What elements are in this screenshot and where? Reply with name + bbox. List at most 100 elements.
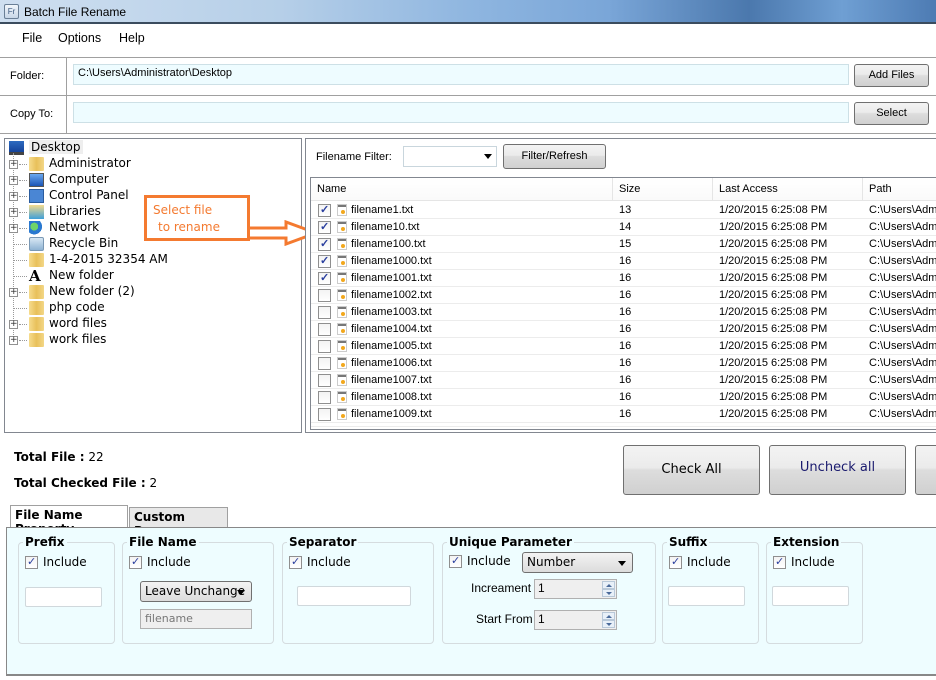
annotation-line-2: to rename <box>158 220 220 234</box>
expand-icon[interactable]: + <box>9 224 18 233</box>
cell-last-access: 1/20/2015 6:25:08 PM <box>719 323 828 335</box>
filename-filter-combo[interactable] <box>403 146 497 167</box>
cell-path: C:\Users\Adm <box>869 289 936 301</box>
file-name-group: File Name Include Leave Unchange filenam… <box>122 535 274 644</box>
row-checkbox[interactable] <box>318 391 331 404</box>
start-from-spinner[interactable]: 1 <box>534 610 617 630</box>
folder-tree[interactable]: Desktop + Administrator + Computer + Control … <box>4 138 302 433</box>
tab-file-name-property[interactable]: File Name Property <box>10 505 128 536</box>
unique-type-select[interactable]: Number <box>522 552 633 573</box>
prefix-include-checkbox[interactable] <box>25 555 38 569</box>
column-size[interactable]: Size <box>613 178 713 201</box>
folder-row: Folder: C:\Users\Administrator\Desktop A… <box>0 58 936 96</box>
check-all-button[interactable]: Check All <box>623 445 760 495</box>
cell-path: C:\Users\Adm <box>869 221 936 233</box>
expand-icon[interactable]: + <box>9 192 18 201</box>
prefix-group: Prefix Include <box>18 535 115 644</box>
unique-include-checkbox[interactable] <box>449 554 462 568</box>
table-row[interactable]: filename1009.txt 16 1/20/2015 6:25:08 PM C:… <box>311 406 936 423</box>
row-checkbox[interactable] <box>318 323 331 336</box>
row-checkbox[interactable] <box>318 374 331 387</box>
tree-item-label: New folder (2) <box>49 284 135 298</box>
increment-spinner[interactable]: 1 <box>534 579 617 599</box>
table-row[interactable]: filename1003.txt 16 1/20/2015 6:25:08 PM C:… <box>311 304 936 321</box>
file-name-input[interactable]: filename <box>140 609 252 629</box>
menu-file[interactable]: File <box>20 31 44 45</box>
expand-icon[interactable]: + <box>9 320 18 329</box>
cell-size: 16 <box>619 323 632 335</box>
spin-down-icon[interactable] <box>602 589 615 597</box>
filter-refresh-button[interactable]: Filter/Refresh <box>503 144 606 169</box>
prefix-input[interactable] <box>25 587 102 607</box>
table-row[interactable]: filename1002.txt 16 1/20/2015 6:25:08 PM C:… <box>311 287 936 304</box>
column-name[interactable]: Name <box>311 178 613 201</box>
expand-icon[interactable]: + <box>9 288 18 297</box>
total-checked-value: 2 <box>149 476 158 490</box>
expand-icon[interactable]: + <box>9 176 18 185</box>
folder-icon <box>29 301 44 315</box>
file-name-property-panel: Prefix Include File Name Include Leave U… <box>6 527 936 676</box>
expand-icon[interactable]: + <box>9 160 18 169</box>
menu-options[interactable]: Options <box>56 31 103 45</box>
folder-path-input[interactable]: C:\Users\Administrator\Desktop <box>73 64 849 85</box>
row-checkbox[interactable] <box>318 289 331 302</box>
table-row[interactable]: filename1004.txt 16 1/20/2015 6:25:08 PM C:… <box>311 321 936 338</box>
chevron-down-icon <box>484 154 492 159</box>
row-checkbox[interactable] <box>318 340 331 353</box>
computer-icon <box>29 173 44 187</box>
row-checkbox[interactable] <box>318 237 331 251</box>
table-row[interactable]: filename1005.txt 16 1/20/2015 6:25:08 PM C:… <box>311 338 936 355</box>
tree-item-label: Libraries <box>49 204 101 218</box>
uncheck-all-button[interactable]: Uncheck all <box>769 445 906 495</box>
table-row[interactable]: filename1001.txt 16 1/20/2015 6:25:08 PM C:… <box>311 270 936 287</box>
file-grid[interactable]: Name Size Last Access Path filename1.txt… <box>310 177 936 430</box>
row-checkbox[interactable] <box>318 357 331 370</box>
tab-custom-rename[interactable]: Custom Rename <box>129 507 228 538</box>
table-row[interactable]: filename1.txt 13 1/20/2015 6:25:08 PM C:\Us… <box>311 202 936 219</box>
row-checkbox[interactable] <box>318 220 331 234</box>
menu-help[interactable]: Help <box>117 31 147 45</box>
table-row[interactable]: filename1000.txt 16 1/20/2015 6:25:08 PM C:… <box>311 253 936 270</box>
text-file-icon <box>337 391 347 403</box>
file-name-include-checkbox[interactable] <box>129 555 142 569</box>
copy-to-input[interactable] <box>73 102 849 123</box>
expand-icon[interactable]: + <box>9 208 18 217</box>
expand-icon[interactable]: + <box>9 336 18 345</box>
spin-up-icon[interactable] <box>602 612 615 620</box>
separator-input[interactable] <box>297 586 411 606</box>
cell-size: 14 <box>619 221 632 233</box>
extension-input[interactable] <box>772 586 849 606</box>
total-files: Total File : 22 <box>14 450 104 464</box>
row-checkbox[interactable] <box>318 254 331 268</box>
column-path[interactable]: Path <box>863 178 936 201</box>
separator-include-checkbox[interactable] <box>289 555 302 569</box>
table-row[interactable]: filename1007.txt 16 1/20/2015 6:25:08 PM C:… <box>311 372 936 389</box>
add-files-button[interactable]: Add Files <box>854 64 929 87</box>
more-action-button[interactable] <box>915 445 936 495</box>
row-checkbox[interactable] <box>318 271 331 285</box>
table-row[interactable]: filename1008.txt 16 1/20/2015 6:25:08 PM C:… <box>311 389 936 406</box>
tree-line <box>19 292 27 293</box>
cell-last-access: 1/20/2015 6:25:08 PM <box>719 357 828 369</box>
tree-line <box>19 340 27 341</box>
suffix-input[interactable] <box>668 586 745 606</box>
network-icon <box>29 221 44 235</box>
spin-down-icon[interactable] <box>602 620 615 628</box>
folder-icon <box>29 253 44 267</box>
file-name-mode-select[interactable]: Leave Unchange <box>140 581 252 602</box>
row-checkbox[interactable] <box>318 306 331 319</box>
tree-item-label: Network <box>49 220 100 234</box>
spin-up-icon[interactable] <box>602 581 615 589</box>
suffix-include-checkbox[interactable] <box>669 555 682 569</box>
row-checkbox[interactable] <box>318 203 331 217</box>
extension-include-checkbox[interactable] <box>773 555 786 569</box>
table-row[interactable]: filename1006.txt 16 1/20/2015 6:25:08 PM C:… <box>311 355 936 372</box>
select-button[interactable]: Select <box>854 102 929 125</box>
text-file-icon <box>337 255 347 267</box>
annotation-callout: Select file to rename <box>144 195 250 241</box>
column-last-access[interactable]: Last Access <box>713 178 863 201</box>
table-row[interactable]: filename10.txt 14 1/20/2015 6:25:08 PM C:\U… <box>311 219 936 236</box>
text-file-icon <box>337 374 347 386</box>
row-checkbox[interactable] <box>318 408 331 421</box>
table-row[interactable]: filename100.txt 15 1/20/2015 6:25:08 PM C:\… <box>311 236 936 253</box>
